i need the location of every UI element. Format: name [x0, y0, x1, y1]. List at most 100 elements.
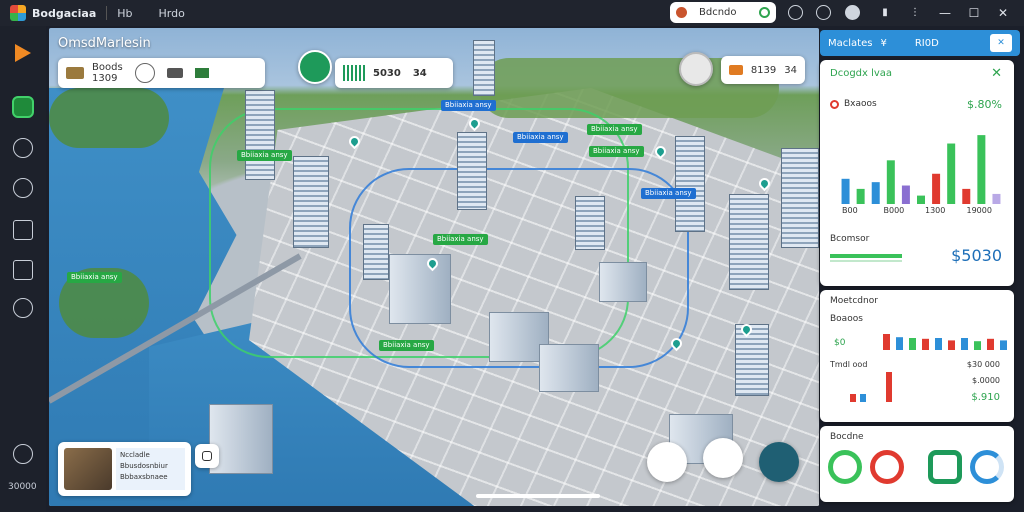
stat-progress-track: [830, 260, 902, 262]
bar-mark: [987, 338, 994, 350]
park: [49, 88, 169, 148]
search-pill[interactable]: Bdcndo: [670, 2, 776, 23]
stat-label: Bcomsor: [830, 234, 870, 244]
tower: [729, 194, 769, 290]
clock-icon[interactable]: [788, 5, 803, 20]
preview-line-3: Bbbaxsbnaee: [120, 473, 168, 481]
alert-icon: [729, 65, 743, 75]
play-icon[interactable]: [15, 44, 31, 62]
route-icon[interactable]: [13, 138, 33, 158]
card-c-value: 8139: [750, 64, 777, 76]
bike-icon[interactable]: [194, 68, 209, 78]
tower: [575, 196, 605, 250]
bar-mark: [947, 143, 956, 204]
chart2-title: Moetcdnor: [830, 296, 878, 306]
donut-green[interactable]: [828, 450, 862, 484]
navigate-button[interactable]: [759, 442, 799, 482]
chart2-plot-top: [883, 334, 1007, 350]
chart1-xaxis: B00 B000 1300 19000: [838, 206, 1004, 216]
bar-mark: [886, 160, 895, 204]
bar-mark: [917, 195, 925, 204]
x-tick-label: B000: [883, 206, 905, 215]
route-button[interactable]: [703, 438, 743, 478]
bar-mark: [961, 338, 968, 350]
more-icon[interactable]: ⋮: [906, 4, 924, 22]
building-icon[interactable]: [13, 220, 33, 240]
chart1-close-icon[interactable]: ✕: [991, 66, 1002, 81]
app-name: Bodgaciaa: [32, 6, 97, 20]
panel-header-right: RI0D: [914, 37, 939, 49]
map-metric-card[interactable]: 5030 34: [335, 58, 453, 88]
card-a-label: Boods: [92, 62, 123, 73]
map-tag[interactable]: Bbiiaxia ansy: [67, 272, 122, 283]
expand-button[interactable]: [195, 444, 219, 468]
close-button[interactable]: ✕: [994, 4, 1012, 22]
donut-blue[interactable]: [970, 450, 1004, 484]
bar-mark: [932, 173, 941, 204]
map-tag[interactable]: Bbiiaxia ansy: [513, 132, 568, 143]
tower: [781, 148, 819, 248]
preview-card[interactable]: Nccladle Bbusdosnbiur Bbbaxsbnaee: [58, 442, 191, 496]
card-b-value2: 34: [412, 67, 427, 79]
speed-button[interactable]: [647, 442, 687, 482]
monitor-card: Moetcdnor Boaoos $0 Tmdl ood $30 000 $.0…: [820, 290, 1014, 422]
bar-mark: [974, 341, 981, 350]
rail-footer-value: 30000: [8, 482, 37, 492]
avatar-icon[interactable]: [845, 5, 860, 20]
map-tag[interactable]: Bbiiaxia ansy: [587, 124, 642, 135]
donut-label: Bocdne: [830, 432, 864, 442]
map-alert-card[interactable]: 8139 34: [721, 56, 805, 84]
chart2-row1: $0: [834, 338, 846, 348]
vehicle-icon: [66, 67, 84, 79]
gauge-icon[interactable]: [134, 63, 155, 83]
city-map[interactable]: OmsdMarlesin Boods 1309 5030 34 8139 34 …: [49, 28, 819, 506]
pin-icon[interactable]: [13, 298, 33, 318]
preview-line-2: Bbusdosnbiur: [120, 462, 168, 470]
card-b-value: 5030: [373, 67, 401, 79]
document-icon[interactable]: [13, 260, 33, 280]
tower: [457, 132, 487, 210]
donut-status[interactable]: [928, 450, 962, 484]
panel-close-button[interactable]: ✕: [990, 34, 1012, 52]
map-tag[interactable]: Bbiiaxia ansy: [441, 100, 496, 111]
bar-mark: [992, 193, 1001, 204]
legend-icon: [830, 100, 839, 109]
maximize-button[interactable]: ☐: [965, 4, 983, 22]
tower: [293, 156, 329, 248]
map-tag[interactable]: Bbiiaxia ansy: [589, 146, 644, 157]
bar-mark: [977, 135, 986, 204]
map-tag[interactable]: Bbiiaxia ansy: [379, 340, 434, 351]
home-indicator[interactable]: [476, 494, 600, 498]
map-tag[interactable]: Bbiiaxia ansy: [237, 150, 292, 161]
map-stats-card[interactable]: Boods 1309: [58, 58, 265, 88]
bus-icon[interactable]: [166, 68, 183, 78]
location-button[interactable]: [298, 50, 332, 84]
bar-mark: [1000, 340, 1007, 350]
timer-icon[interactable]: [816, 5, 831, 20]
bar-mark: [962, 188, 971, 204]
minimize-button[interactable]: —: [936, 4, 954, 22]
donut-card: Bocdne: [820, 426, 1014, 502]
badge-button[interactable]: [679, 52, 713, 86]
help-icon[interactable]: [13, 444, 33, 464]
chart1-subtitle: Bxaoos: [844, 99, 877, 109]
map-tag[interactable]: Bbiiaxia ansy: [433, 234, 488, 245]
x-tick-label: B00: [842, 206, 858, 215]
bar-mark: [935, 338, 942, 350]
app-logo-icon: [10, 5, 26, 21]
chart1-title: Dcogdx lvaa: [830, 68, 893, 79]
tower: [473, 40, 495, 96]
bar-mark: [901, 185, 910, 204]
bar-mark: [883, 334, 890, 350]
barcode-icon: [343, 65, 365, 81]
tower: [735, 324, 769, 396]
building: [599, 262, 647, 302]
map-tag[interactable]: Bbiiaxia ansy: [641, 188, 696, 199]
lock-icon[interactable]: [12, 96, 34, 118]
compass-icon[interactable]: [13, 178, 33, 198]
notification-icon[interactable]: ▮: [876, 4, 894, 22]
donut-red[interactable]: [870, 450, 904, 484]
menu-item-2[interactable]: Hrdo: [159, 7, 185, 20]
x-tick-label: 1300: [925, 206, 946, 215]
menu-item-1[interactable]: Hb: [117, 7, 132, 20]
